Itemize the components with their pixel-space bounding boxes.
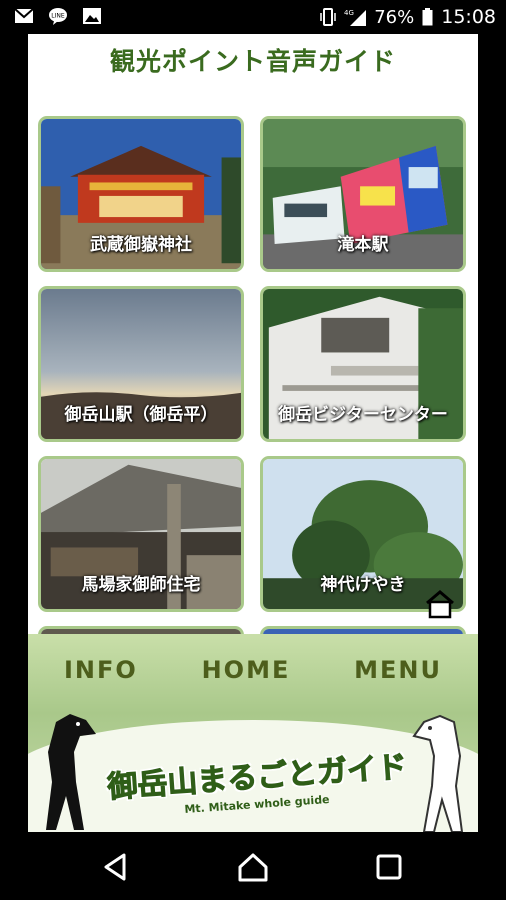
battery-icon	[422, 8, 433, 26]
page-title: 観光ポイント音声ガイド	[109, 47, 396, 76]
spot-card-shrine[interactable]: 武蔵御嶽神社	[38, 116, 244, 272]
footer-nav: INFO HOME MENU	[28, 656, 478, 684]
spot-label: 馬場家御師住宅	[81, 575, 201, 595]
spot-label: 滝本駅	[337, 235, 389, 255]
status-bar: LINE 4G 76% 15:08	[0, 0, 506, 34]
gallery-icon	[83, 8, 101, 24]
spot-card-baba-house[interactable]: 馬場家御師住宅	[38, 456, 244, 612]
line-icon: LINE	[49, 8, 67, 25]
svg-text:LINE: LINE	[51, 13, 65, 20]
spot-label: 御岳山駅（御岳平）	[64, 405, 218, 425]
home-nav-icon[interactable]	[236, 850, 270, 884]
recents-icon[interactable]	[372, 850, 406, 884]
app-screen: 観光ポイント音声ガイド 武蔵御嶽神社 滝本駅 御岳山駅（御岳平） 御岳ビジターセ…	[28, 34, 478, 832]
vibrate-icon	[320, 8, 336, 26]
status-right: 4G 76% 15:08	[320, 6, 496, 28]
spot-label: 御岳ビジターセンター	[278, 405, 448, 425]
home-button[interactable]: HOME	[202, 656, 291, 684]
clock: 15:08	[441, 6, 496, 28]
menu-button[interactable]: MENU	[354, 656, 442, 684]
spot-card-takimoto-station[interactable]: 滝本駅	[260, 116, 466, 272]
spot-label: 武蔵御嶽神社	[90, 235, 192, 255]
signal-icon: 4G	[344, 9, 367, 26]
app-logo: 御岳山まるごとガイド Mt. Mitake whole guide	[92, 749, 422, 816]
spot-card-mitakesan-station[interactable]: 御岳山駅（御岳平）	[38, 286, 244, 442]
back-icon[interactable]	[98, 850, 132, 884]
system-nav-bar	[0, 832, 506, 900]
svg-text:4G: 4G	[344, 9, 354, 17]
footer-panel: INFO HOME MENU 御岳山まるごとガイド Mt. Mitake who…	[28, 634, 478, 832]
spot-card-visitor-center[interactable]: 御岳ビジターセンター	[260, 286, 466, 442]
notification-icons: LINE	[14, 7, 102, 25]
home-icon[interactable]	[425, 589, 455, 619]
battery-percent: 76%	[374, 6, 415, 28]
info-button[interactable]: INFO	[64, 656, 138, 684]
gmail-icon	[14, 8, 34, 23]
